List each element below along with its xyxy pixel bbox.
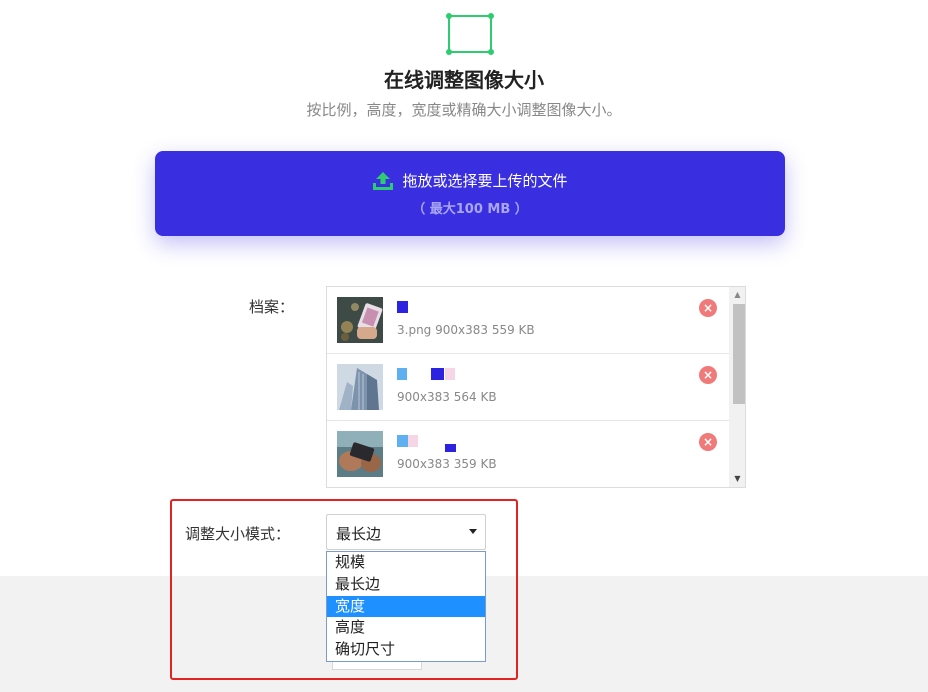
- file-meta: 900x383 564 KB: [397, 390, 497, 404]
- chevron-down-icon: [469, 529, 477, 534]
- page-subtitle: 按比例，高度，宽度或精确大小调整图像大小。: [306, 101, 622, 119]
- file-name-redacted: [397, 432, 487, 452]
- photo-thumbnail-icon: [337, 297, 383, 343]
- file-name-redacted: [397, 298, 487, 314]
- upload-label: 拖放或选择要上传的文件: [402, 172, 568, 190]
- upload-dropzone-button[interactable]: 拖放或选择要上传的文件 （ 最大100 MB ）: [155, 151, 785, 236]
- building-thumbnail-icon: [337, 364, 383, 410]
- upload-size-limit: （ 最大100 MB ）: [412, 202, 528, 217]
- phone-hands-thumbnail-icon: [337, 431, 383, 477]
- scroll-down-icon[interactable]: ▼: [729, 474, 745, 484]
- option-scale[interactable]: 规模: [327, 552, 485, 574]
- files-label: 档案：: [249, 298, 295, 316]
- option-exact-size[interactable]: 确切尺寸: [327, 639, 485, 661]
- resize-mode-selected-value: 最长边: [336, 525, 382, 543]
- resize-frame-icon: [446, 13, 494, 55]
- scroll-thumb[interactable]: [733, 304, 745, 404]
- page-title: 在线调整图像大小: [384, 68, 544, 92]
- file-list: 3.png 900x383 559 KB × 900x383 564 KB ×: [326, 286, 746, 488]
- file-row: 900x383 359 KB ×: [327, 421, 729, 487]
- file-meta: 900x383 359 KB: [397, 457, 497, 471]
- obscured-input: [332, 662, 422, 670]
- file-name-redacted: [397, 365, 487, 381]
- upload-icon: [373, 172, 394, 190]
- resize-mode-label: 调整大小模式：: [185, 525, 291, 543]
- remove-icon[interactable]: ×: [699, 433, 717, 451]
- scroll-up-icon[interactable]: ▲: [729, 290, 745, 300]
- remove-icon[interactable]: ×: [699, 366, 717, 384]
- option-longest-side[interactable]: 最长边: [327, 574, 485, 596]
- option-width[interactable]: 宽度: [327, 595, 485, 618]
- file-list-scrollbar[interactable]: ▲ ▼: [729, 287, 745, 487]
- upload-label-row: 拖放或选择要上传的文件: [155, 170, 785, 191]
- file-meta: 3.png 900x383 559 KB: [397, 323, 535, 337]
- file-row: 3.png 900x383 559 KB ×: [327, 287, 729, 354]
- resize-mode-dropdown: 规模 最长边 宽度 高度 确切尺寸: [326, 551, 486, 662]
- resize-mode-select[interactable]: 最长边: [326, 514, 486, 550]
- option-height[interactable]: 高度: [327, 617, 485, 639]
- file-row: 900x383 564 KB ×: [327, 354, 729, 421]
- remove-icon[interactable]: ×: [699, 299, 717, 317]
